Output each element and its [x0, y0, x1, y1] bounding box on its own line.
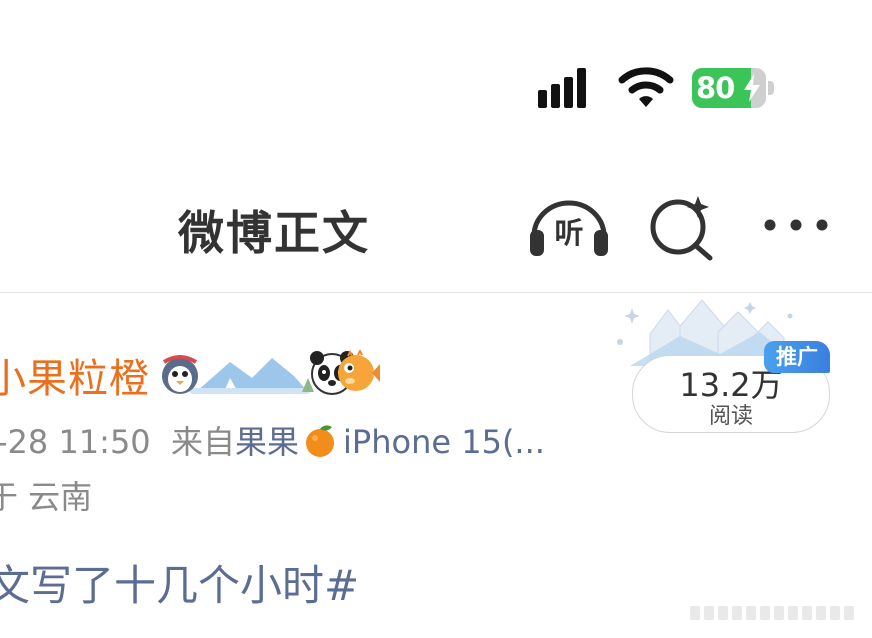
post-time: -28 11:50	[0, 423, 151, 461]
nav-divider	[0, 292, 872, 293]
watermark-dots	[690, 606, 854, 620]
post-location: 于 云南	[0, 478, 93, 516]
source-prefix: 来自	[171, 423, 236, 461]
pufferfish-icon	[338, 350, 380, 391]
battery-indicator: 80	[692, 68, 776, 108]
battery-nub	[768, 81, 774, 95]
orange-fruit-icon	[306, 425, 335, 457]
battery-percent: 80	[696, 71, 735, 105]
post-text-hashtag[interactable]: 文写了十几个小时#	[0, 552, 359, 613]
ice-penguin-badge-icon	[162, 355, 314, 394]
ai-search-button[interactable]	[648, 194, 716, 262]
page-title: 微博正文	[178, 206, 370, 260]
more-options-button[interactable]	[760, 212, 832, 238]
source-link[interactable]: 果果	[235, 423, 299, 461]
views-label: 阅读	[708, 404, 753, 429]
more-dots-icon	[764, 219, 828, 231]
device-link[interactable]: iPhone 15(...	[343, 423, 545, 461]
listen-label: 听	[554, 216, 584, 250]
promo-badge[interactable]: 推广	[764, 341, 830, 373]
wifi-icon	[618, 67, 674, 107]
author-name[interactable]: 小果粒橙	[0, 346, 150, 404]
ai-search-icon	[650, 196, 713, 261]
post-meta: -28 11:50 来自果果 iPhone 15(...	[0, 417, 545, 463]
charging-bolt-icon	[744, 74, 760, 102]
listen-button[interactable]: 听	[526, 196, 612, 260]
cellular-signal-icon	[538, 68, 598, 108]
